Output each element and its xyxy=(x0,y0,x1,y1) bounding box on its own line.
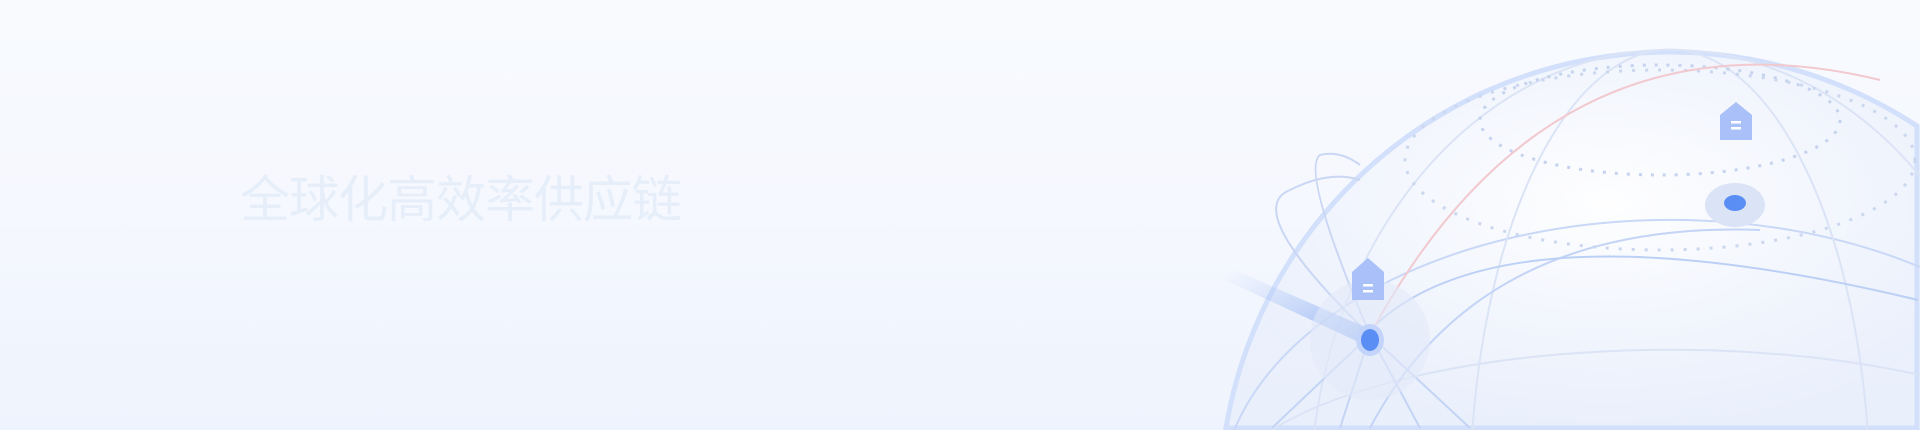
location-node xyxy=(1705,183,1765,227)
globe-network-icon xyxy=(1223,48,1920,430)
